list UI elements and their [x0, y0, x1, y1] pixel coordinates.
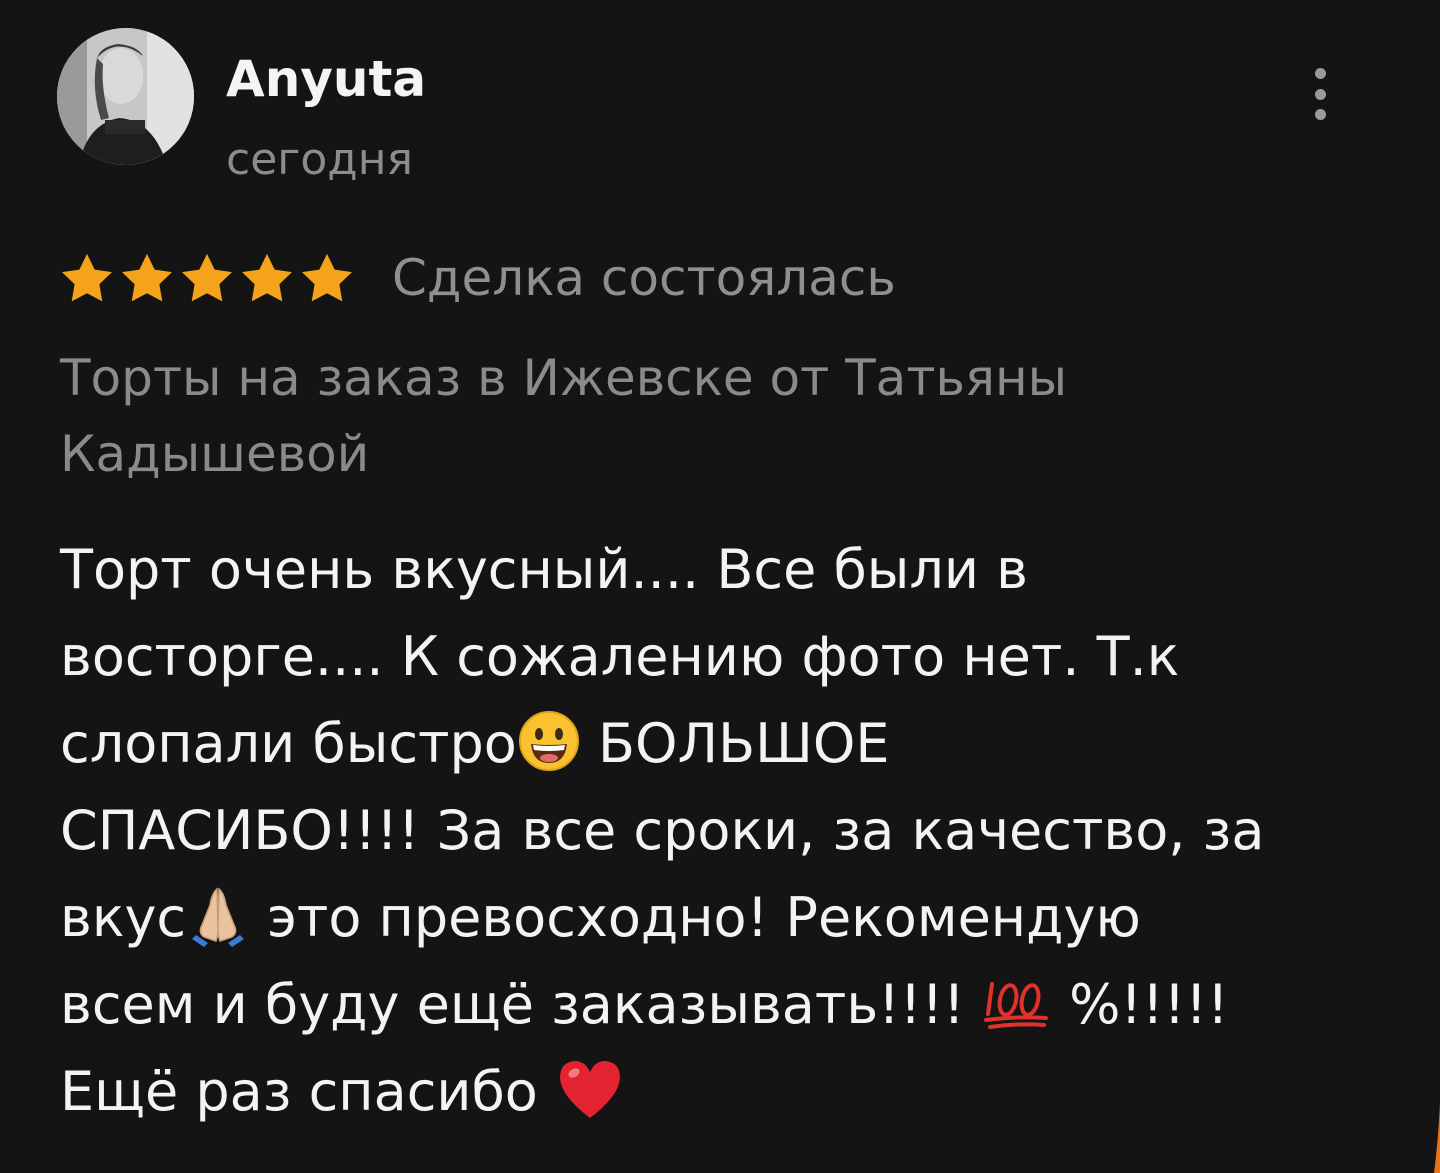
author-avatar[interactable] — [57, 28, 194, 165]
review-card: Anyuta сегодня Сделка состоялась Торты н… — [0, 0, 1440, 1173]
review-text-fragment: %!!!!! — [1051, 973, 1229, 1036]
star-filled-icon — [300, 252, 354, 304]
author-name[interactable]: Anyuta — [226, 44, 426, 114]
review-text-line: всем и буду ещё заказывать!!!! %!!!!! — [60, 961, 1400, 1048]
review-text-fragment: вкус — [60, 886, 187, 949]
scroll-edge-accent — [1434, 1103, 1440, 1173]
review-text-line: Торт очень вкусный.... Все были в — [60, 538, 1028, 601]
folded-hands-emoji — [186, 883, 250, 948]
avatar-photo — [57, 28, 194, 165]
review-text-line: восторге.... К сожалению фото нет. Т.к — [60, 625, 1180, 688]
deal-status: Сделка состоялась — [392, 249, 896, 307]
more-vertical-icon — [1314, 88, 1326, 100]
review-text-line: вкус это превосходно! Рекомендую — [60, 874, 1400, 961]
review-text-fragment: всем и буду ещё заказывать!!!! — [60, 973, 982, 1036]
more-vertical-icon — [1314, 109, 1326, 120]
star-filled-icon — [240, 252, 294, 304]
star-filled-icon — [180, 252, 234, 304]
rating-row: Сделка состоялась — [60, 246, 896, 310]
star-rating — [60, 252, 354, 304]
star-filled-icon — [60, 252, 114, 304]
more-options-button[interactable] — [1296, 64, 1344, 124]
review-text-line: СПАСИБО!!!! За все сроки, за качество, з… — [60, 799, 1265, 862]
review-text-line: слопали быстро БОЛЬШОЕ — [60, 700, 1400, 787]
review-text-fragment: слопали быстро — [60, 712, 517, 775]
hundred-points-emoji — [982, 970, 1052, 1034]
review-date: сегодня — [226, 134, 413, 185]
shop-name[interactable]: Торты на заказ в Ижевске от Татьяны Кады… — [60, 340, 1360, 492]
review-text-fragment: это превосходно! Рекомендую — [250, 886, 1141, 949]
star-filled-icon — [120, 252, 174, 304]
review-text: Торт очень вкусный.... Все были в востор… — [60, 526, 1400, 1135]
more-vertical-icon — [1314, 68, 1326, 79]
red-heart-emoji — [555, 1056, 625, 1122]
review-text-line: Ещё раз спасибо — [60, 1048, 1400, 1135]
review-text-fragment: БОЛЬШОЕ — [580, 712, 890, 775]
review-text-fragment: Ещё раз спасибо — [60, 1060, 555, 1123]
grinning-face-emoji — [517, 709, 581, 773]
